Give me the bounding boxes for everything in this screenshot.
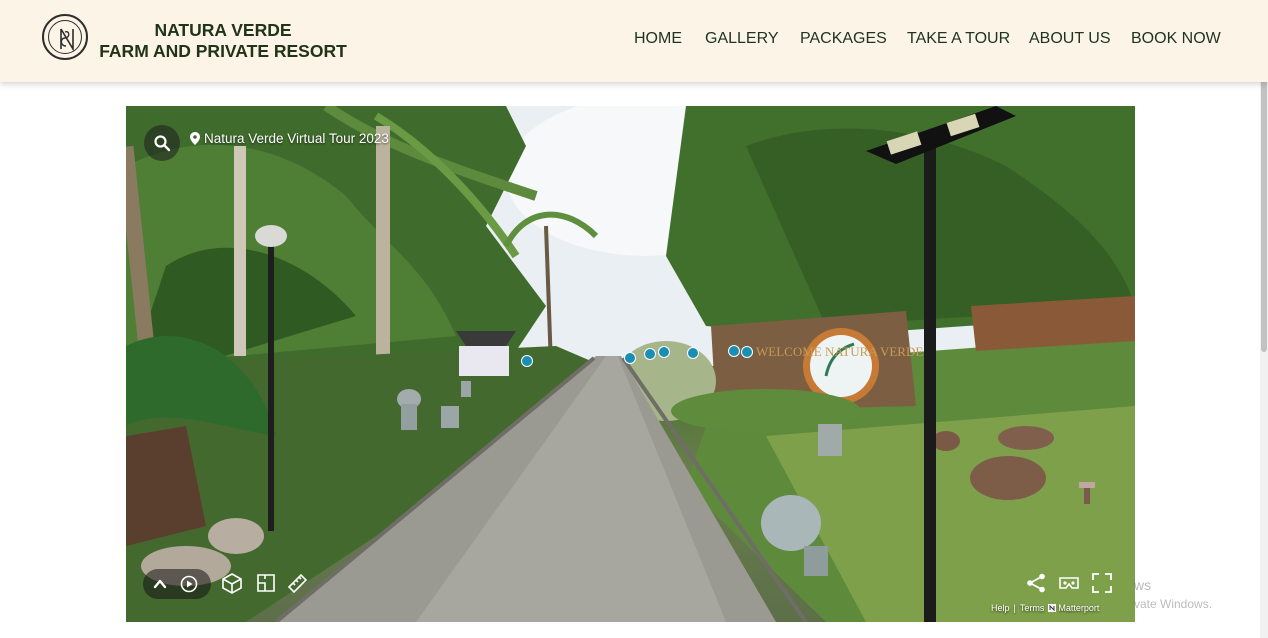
page-scrollbar[interactable] bbox=[1260, 0, 1268, 638]
os-activation-watermark-line1: ws bbox=[1134, 577, 1152, 593]
mattertag-marker[interactable] bbox=[624, 352, 636, 364]
dollhouse-view-icon[interactable] bbox=[221, 572, 245, 596]
os-activation-watermark-line2: vate Windows. bbox=[1134, 597, 1213, 611]
site-header: NATURA VERDE FARM AND PRIVATE RESORT HOM… bbox=[0, 0, 1268, 82]
mattertag-marker[interactable] bbox=[741, 346, 753, 358]
main-nav: HOME GALLERY PACKAGES TAKE A TOUR ABOUT … bbox=[0, 30, 1268, 52]
terms-link[interactable]: Terms bbox=[1020, 603, 1045, 613]
share-icon[interactable] bbox=[1025, 572, 1049, 596]
matterport-label: Matterport bbox=[1058, 603, 1100, 613]
footer-separator: | bbox=[1013, 603, 1016, 613]
tour-title[interactable]: Natura Verde Virtual Tour 2023 bbox=[190, 131, 389, 151]
matterport-footer: Help | Terms Matterport bbox=[991, 603, 1107, 613]
panorama-scene: WELCOME NATURA VERDE bbox=[126, 106, 1135, 622]
tour-title-text: Natura Verde Virtual Tour 2023 bbox=[204, 131, 389, 146]
tour-search-button[interactable] bbox=[144, 125, 180, 161]
nav-about-us[interactable]: ABOUT US bbox=[1029, 30, 1111, 48]
location-pin-icon bbox=[190, 132, 200, 145]
welcome-sign-text: WELCOME NATURA VERDE bbox=[756, 344, 923, 359]
measure-tool-icon[interactable] bbox=[286, 572, 310, 596]
nav-packages[interactable]: PACKAGES bbox=[800, 30, 887, 48]
vr-mode-icon[interactable] bbox=[1058, 572, 1082, 596]
chevron-up-icon[interactable] bbox=[153, 577, 167, 591]
mattertag-marker[interactable] bbox=[521, 355, 533, 367]
matterport-logo-icon bbox=[1048, 604, 1057, 612]
search-icon bbox=[154, 135, 171, 152]
nav-gallery[interactable]: GALLERY bbox=[705, 30, 779, 48]
floor-plan-icon[interactable] bbox=[255, 572, 279, 596]
help-link[interactable]: Help bbox=[991, 603, 1010, 613]
virtual-tour-viewer[interactable]: WELCOME NATURA VERDE Natura Verde Virtua… bbox=[126, 106, 1135, 622]
nav-home[interactable]: HOME bbox=[634, 30, 682, 48]
mattertag-marker[interactable] bbox=[644, 348, 656, 360]
play-tour-icon[interactable] bbox=[180, 575, 198, 593]
nav-book-now[interactable]: BOOK NOW bbox=[1131, 30, 1221, 48]
fullscreen-icon[interactable] bbox=[1091, 572, 1115, 596]
tour-controls-pill bbox=[143, 569, 211, 599]
mattertag-marker[interactable] bbox=[728, 345, 740, 357]
nav-take-a-tour[interactable]: TAKE A TOUR bbox=[907, 30, 1010, 48]
mattertag-marker[interactable] bbox=[658, 346, 670, 358]
mattertag-marker[interactable] bbox=[687, 347, 699, 359]
matterport-link[interactable]: Matterport bbox=[1048, 603, 1103, 613]
